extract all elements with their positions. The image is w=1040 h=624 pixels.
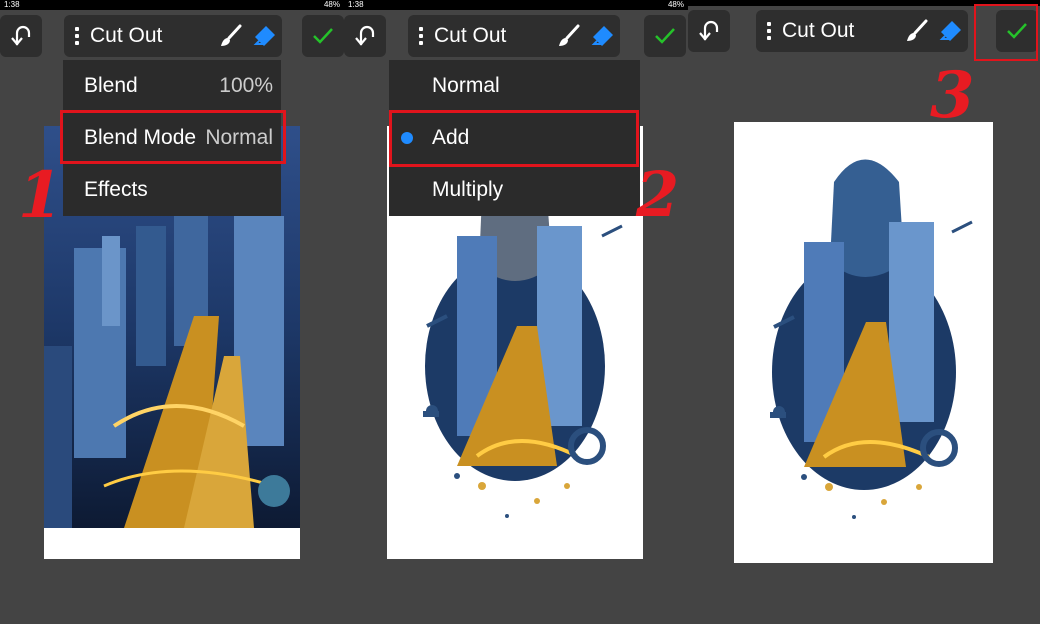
annotation-box-blend-mode xyxy=(60,110,286,164)
panel-2: 1:38 48% Cut Out Normal Add Multiply 2 xyxy=(344,0,688,624)
option-multiply[interactable]: Multiply xyxy=(389,164,640,216)
annotation-box-confirm xyxy=(974,4,1038,61)
annotation-box-add xyxy=(389,110,639,167)
checkmark-icon xyxy=(313,28,333,44)
eraser-icon[interactable] xyxy=(248,19,282,53)
status-time: 1:38 xyxy=(348,0,364,9)
option-label-normal: Normal xyxy=(432,74,500,97)
undo-icon xyxy=(699,20,719,41)
step-number-2: 2 xyxy=(636,158,680,231)
step-number-1: 1 xyxy=(18,158,63,233)
panel-3: Cut Out 3 xyxy=(688,0,1040,624)
panel-1: 1:38 48% Cut Out Blend 100% Blend Mode N… xyxy=(0,0,344,624)
final-artwork xyxy=(770,159,973,519)
status-time: 1:38 xyxy=(4,0,20,9)
tool-selector[interactable]: Cut Out xyxy=(756,10,968,52)
undo-button[interactable] xyxy=(344,15,386,57)
status-battery: 48% xyxy=(667,0,684,9)
menu-item-blend[interactable]: Blend 100% xyxy=(63,60,281,112)
effects-label: Effects xyxy=(84,178,148,201)
option-normal[interactable]: Normal xyxy=(389,60,640,112)
status-bar: 1:38 48% xyxy=(344,0,688,10)
menu-item-effects[interactable]: Effects xyxy=(63,164,281,216)
confirm-button[interactable] xyxy=(644,15,686,57)
more-icon[interactable] xyxy=(70,27,84,45)
more-icon[interactable] xyxy=(414,27,428,45)
tool-selector[interactable]: Cut Out xyxy=(408,15,620,57)
tool-selector[interactable]: Cut Out xyxy=(64,15,282,57)
brush-icon[interactable] xyxy=(552,19,586,53)
undo-icon xyxy=(355,25,375,46)
eraser-icon[interactable] xyxy=(934,14,968,48)
option-label-multiply: Multiply xyxy=(432,178,504,201)
blend-value: 100% xyxy=(219,74,273,97)
status-battery: 48% xyxy=(323,0,340,9)
confirm-button[interactable] xyxy=(302,15,344,57)
tool-label: Cut Out xyxy=(434,24,507,47)
checkmark-icon xyxy=(655,28,675,44)
tool-label: Cut Out xyxy=(782,19,855,42)
brush-icon[interactable] xyxy=(900,14,934,48)
tool-label: Cut Out xyxy=(90,24,163,47)
eraser-icon[interactable] xyxy=(586,19,620,53)
undo-button[interactable] xyxy=(0,15,42,57)
brush-icon[interactable] xyxy=(214,19,248,53)
canvas-image xyxy=(734,122,993,563)
undo-button[interactable] xyxy=(688,10,730,52)
blend-label: Blend xyxy=(84,74,138,97)
more-icon[interactable] xyxy=(762,22,776,40)
undo-icon xyxy=(11,25,31,46)
status-bar: 1:38 48% xyxy=(0,0,344,10)
